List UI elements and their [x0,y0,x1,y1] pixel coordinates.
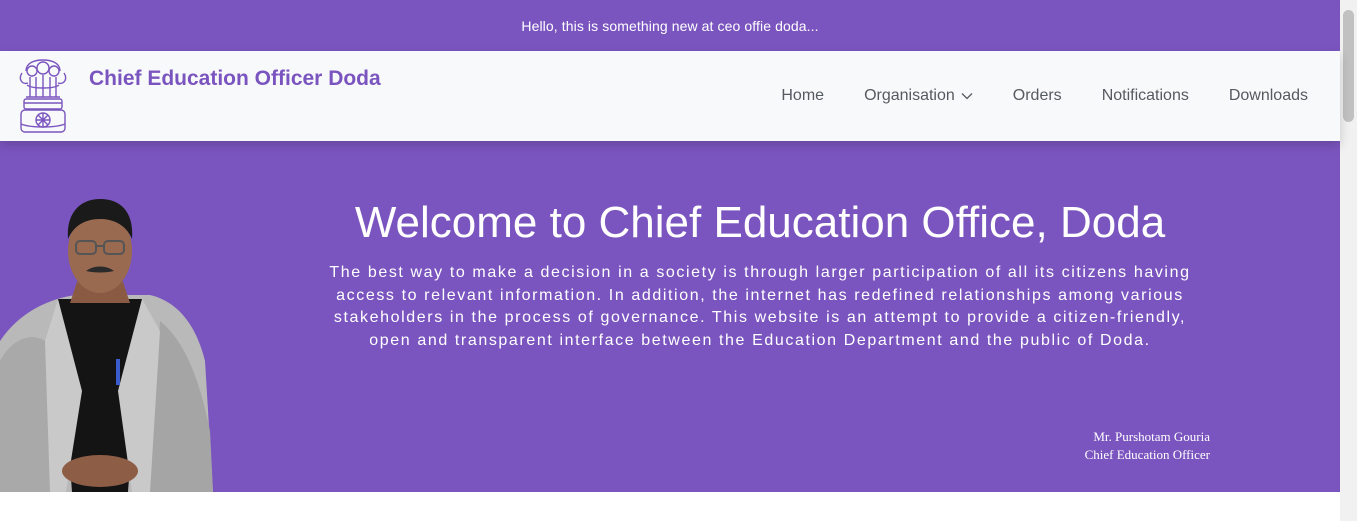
officer-name: Mr. Purshotam Gouria [1093,429,1210,444]
navbar: Chief Education Officer Doda Home Organi… [0,51,1340,141]
page-scrollbar[interactable] [1340,0,1357,521]
page: Hello, this is something new at ceo offi… [0,0,1357,521]
nav-item-label: Organisation [864,87,955,104]
officer-role: Chief Education Officer [1084,447,1210,462]
brand-title[interactable]: Chief Education Officer Doda [89,62,389,95]
nav-item-notifications[interactable]: Notifications [1102,87,1189,105]
nav-item-organisation[interactable]: Organisation [864,87,973,105]
state-emblem-icon[interactable] [16,57,70,135]
nav-item-label: Orders [1012,87,1062,104]
nav-item-label: Home [781,87,825,104]
nav-item-orders[interactable]: Orders [1013,87,1062,105]
chevron-down-icon [961,93,973,100]
announcement-text: Hello, this is something new at ceo offi… [521,17,819,34]
hero-title: Welcome to Chief Education Office, Doda [354,198,1166,247]
announcement-bar: Hello, this is something new at ceo offi… [0,0,1340,51]
nav-menu: Home Organisation Orders Notifications D… [741,51,1308,141]
scrollbar-thumb[interactable] [1343,10,1354,122]
nav-item-downloads[interactable]: Downloads [1229,87,1308,105]
nav-item-label: Notifications [1101,87,1189,104]
nav-item-home[interactable]: Home [781,87,824,105]
nav-item-label: Downloads [1228,87,1308,104]
hero-description: The best way to make a decision in a soc… [329,264,1191,349]
hero-section: Welcome to Chief Education Office, Doda … [0,141,1340,492]
